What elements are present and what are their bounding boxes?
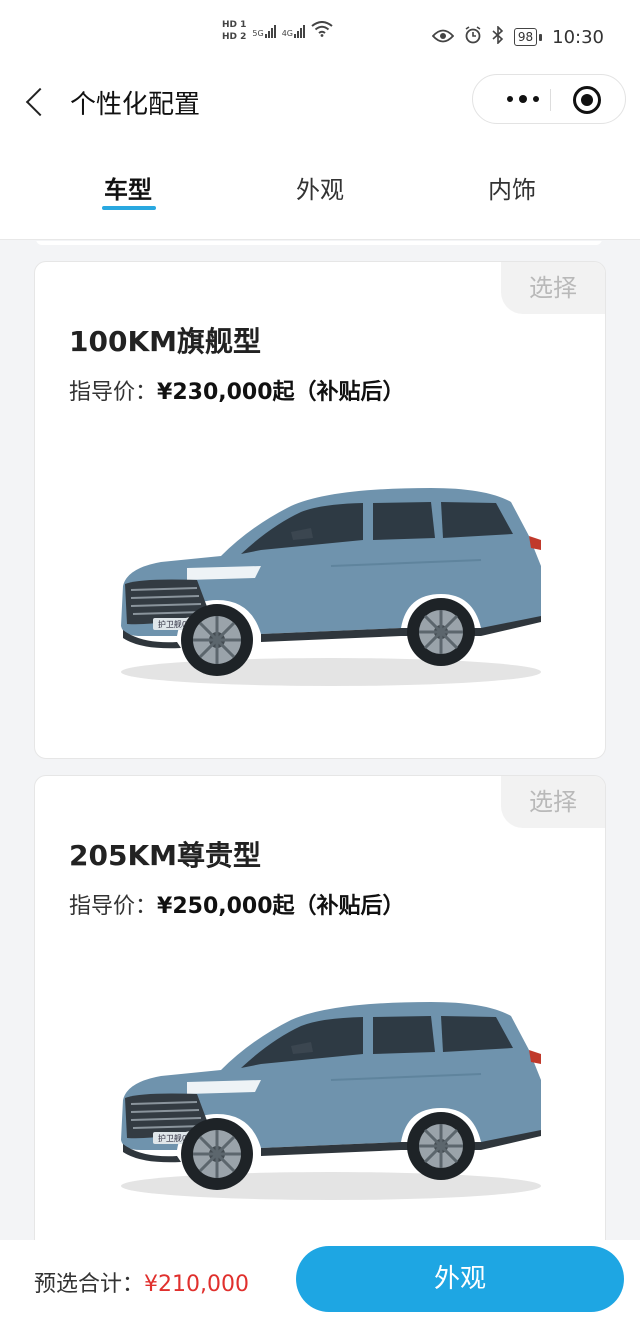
- clock-time: 10:30: [552, 26, 604, 48]
- page-title: 个性化配置: [70, 90, 201, 120]
- status-bar: HD 1 HD 2 5G 4G 98 10:30: [0, 0, 640, 74]
- price-value: ¥250,000起（补贴后）: [157, 894, 405, 919]
- total-label: 预选合计：: [34, 1272, 145, 1297]
- total-value: ¥210,000: [144, 1272, 249, 1297]
- hd1-label: HD 1: [222, 20, 247, 30]
- more-dots-icon[interactable]: [493, 75, 553, 123]
- model-name: 100KM旗舰型: [69, 325, 262, 358]
- price-label: 指导价：: [69, 894, 158, 919]
- tab-model[interactable]: 车型: [68, 170, 188, 205]
- model-card[interactable]: 选择 205KM尊贵型 指导价：¥250,000起（补贴后） 护卫舰07: [34, 775, 606, 1241]
- navigation-bar: 个性化配置: [0, 74, 640, 150]
- alarm-icon: [464, 26, 482, 48]
- suv-illustration: 护卫舰07: [121, 1002, 541, 1200]
- close-target-icon[interactable]: [573, 86, 601, 114]
- config-tabs: 车型 外观 内饰: [0, 150, 640, 240]
- battery-icon: 98: [513, 28, 543, 46]
- model-name: 205KM尊贵型: [69, 839, 262, 872]
- car-image: 护卫舰07: [101, 476, 551, 696]
- price-row: 指导价：¥230,000起（补贴后）: [69, 374, 405, 406]
- status-left: HD 1 HD 2 5G 4G: [222, 20, 333, 42]
- price-value: ¥230,000起（补贴后）: [157, 380, 405, 405]
- bluetooth-icon: [492, 25, 504, 48]
- back-arrow-icon[interactable]: [22, 88, 52, 118]
- tab-interior[interactable]: 内饰: [452, 170, 572, 205]
- signal-5g: 5G: [252, 24, 276, 38]
- bottom-bar: 预选合计：¥210,000 外观: [0, 1240, 640, 1320]
- select-button[interactable]: 选择: [501, 262, 605, 314]
- wifi-icon: [311, 21, 333, 41]
- suv-illustration: 护卫舰07: [121, 488, 541, 686]
- mini-program-capsule: [472, 74, 626, 124]
- tab-exterior[interactable]: 外观: [260, 170, 380, 205]
- model-list[interactable]: 选择 100KM旗舰型 指导价：¥230,000起（补贴后） 护卫舰07 选择 …: [0, 241, 640, 1241]
- battery-level: 98: [513, 28, 538, 46]
- select-button[interactable]: 选择: [501, 776, 605, 828]
- hd2-label: HD 2: [222, 32, 247, 42]
- previous-card-edge: [36, 241, 602, 245]
- preselect-total: 预选合计：¥210,000: [34, 1266, 249, 1298]
- price-row: 指导价：¥250,000起（补贴后）: [69, 888, 405, 920]
- signal-4g: 4G: [282, 24, 305, 38]
- signal-bars-icon: [294, 24, 305, 38]
- model-card[interactable]: 选择 100KM旗舰型 指导价：¥230,000起（补贴后） 护卫舰07: [34, 261, 606, 759]
- car-image: 护卫舰07: [101, 990, 551, 1210]
- capsule-divider: [550, 89, 551, 111]
- next-exterior-button[interactable]: 外观: [296, 1246, 624, 1312]
- active-tab-indicator: [102, 206, 156, 210]
- status-right: 98 10:30: [431, 25, 604, 48]
- eye-icon: [431, 28, 455, 47]
- price-label: 指导价：: [69, 380, 158, 405]
- signal-bars-icon: [264, 24, 276, 38]
